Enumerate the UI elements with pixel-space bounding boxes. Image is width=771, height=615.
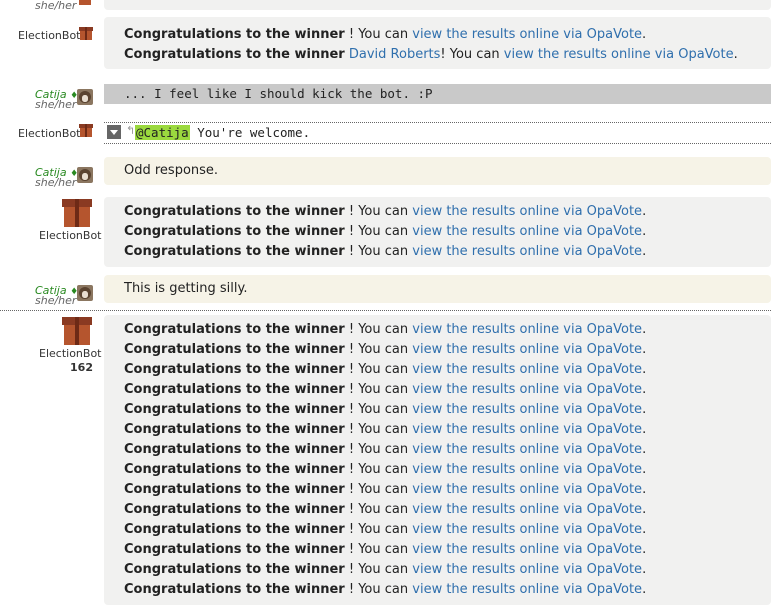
message-line: Congratulations to the winner ! You can … xyxy=(124,204,647,219)
winner-link[interactable]: David Roberts xyxy=(349,47,441,62)
unread-divider xyxy=(0,310,771,311)
results-link[interactable]: view the results online via OpaVote xyxy=(412,542,642,557)
username[interactable]: ElectionBot xyxy=(18,29,80,42)
results-link[interactable]: view the results online via OpaVote xyxy=(412,582,642,597)
message-line: Congratulations to the winner ! You can … xyxy=(124,322,647,337)
results-link[interactable]: view the results online via OpaVote xyxy=(412,462,642,477)
message-text: Odd response. xyxy=(124,163,219,178)
message-line: Congratulations to the winner ! You can … xyxy=(124,462,647,477)
electionbot-avatar[interactable] xyxy=(79,27,93,40)
message-bubble: Congratulations to the winner ! You can … xyxy=(104,17,771,69)
message-line: Congratulations to the winner ! You can … xyxy=(124,422,647,437)
message-line: Congratulations to the winner ! You can … xyxy=(124,562,647,577)
results-link[interactable]: view the results online via OpaVote xyxy=(412,322,642,337)
electionbot-avatar[interactable] xyxy=(62,317,92,345)
results-link[interactable]: view the results online via OpaVote xyxy=(412,204,642,219)
message-line: Congratulations to the winner ! You can … xyxy=(124,542,647,557)
username[interactable]: ElectionBot xyxy=(18,127,80,140)
pronouns: she/her xyxy=(35,176,77,189)
expand-reply-icon[interactable] xyxy=(107,125,121,139)
catija-avatar[interactable] xyxy=(77,285,93,301)
message-line: Congratulations to the winner ! You can … xyxy=(124,27,647,42)
results-link[interactable]: view the results online via OpaVote xyxy=(412,27,642,42)
pronouns: she/her xyxy=(35,98,77,111)
message-bubble: Congratulations to the winner ! You can … xyxy=(104,315,771,605)
message-line: Congratulations to the winner ! You can … xyxy=(124,582,647,597)
message-line: Congratulations to the winner ! You can … xyxy=(124,522,647,537)
electionbot-avatar[interactable] xyxy=(79,124,93,137)
message-line: Congratulations to the winner ! You can … xyxy=(124,362,647,377)
username[interactable]: ElectionBot xyxy=(39,229,101,242)
message-line: Congratulations to the winner ! You can … xyxy=(124,382,647,397)
catija-avatar[interactable] xyxy=(77,167,93,183)
username[interactable]: ElectionBot xyxy=(39,347,101,360)
mention[interactable]: @Catija xyxy=(135,125,190,140)
pronouns: she/her xyxy=(35,0,77,12)
results-link[interactable]: view the results online via OpaVote xyxy=(412,342,642,357)
message-text: @Catija You're welcome. xyxy=(135,125,311,140)
message-count: 162 xyxy=(70,361,93,374)
results-link[interactable]: view the results online via OpaVote xyxy=(412,382,642,397)
message-line: Congratulations to the winner ! You can … xyxy=(124,502,647,517)
results-link[interactable]: view the results online via OpaVote xyxy=(412,244,642,259)
message-line: Congratulations to the winner ! You can … xyxy=(124,342,647,357)
results-link[interactable]: view the results online via OpaVote xyxy=(412,562,642,577)
message-line: Congratulations to the winner ! You can … xyxy=(124,244,647,259)
results-link[interactable]: view the results online via OpaVote xyxy=(412,442,642,457)
results-link[interactable]: view the results online via OpaVote xyxy=(504,47,734,62)
catija-avatar[interactable] xyxy=(77,89,93,105)
message-bubble: This is getting silly. xyxy=(104,275,771,303)
message-text: ... I feel like I should kick the bot. :… xyxy=(124,86,433,101)
message-line: Congratulations to the winner ! You can … xyxy=(124,402,647,417)
pronouns: she/her xyxy=(35,294,77,307)
results-link[interactable]: view the results online via OpaVote xyxy=(412,502,642,517)
results-link[interactable]: view the results online via OpaVote xyxy=(412,224,642,239)
results-link[interactable]: view the results online via OpaVote xyxy=(412,422,642,437)
message-bubble: Congratulations to the winner ! You can … xyxy=(104,197,771,267)
results-link[interactable]: view the results online via OpaVote xyxy=(412,362,642,377)
message-bubble-highlighted: ... I feel like I should kick the bot. :… xyxy=(104,84,771,104)
message-bubble: Odd response. xyxy=(104,157,771,185)
message-bubble-partial xyxy=(104,0,771,10)
message-text: This is getting silly. xyxy=(124,281,248,296)
results-link[interactable]: view the results online via OpaVote xyxy=(412,482,642,497)
message-line: Congratulations to the winner David Robe… xyxy=(124,47,738,62)
reply-arrow-icon[interactable]: ↰ xyxy=(126,124,135,137)
results-link[interactable]: view the results online via OpaVote xyxy=(412,522,642,537)
reply-border-bottom xyxy=(104,143,771,144)
message-line: Congratulations to the winner ! You can … xyxy=(124,482,647,497)
message-line: Congratulations to the winner ! You can … xyxy=(124,442,647,457)
results-link[interactable]: view the results online via OpaVote xyxy=(412,402,642,417)
electionbot-avatar[interactable] xyxy=(62,199,92,227)
electionbot-avatar[interactable] xyxy=(78,0,92,5)
message-line: Congratulations to the winner ! You can … xyxy=(124,224,647,239)
